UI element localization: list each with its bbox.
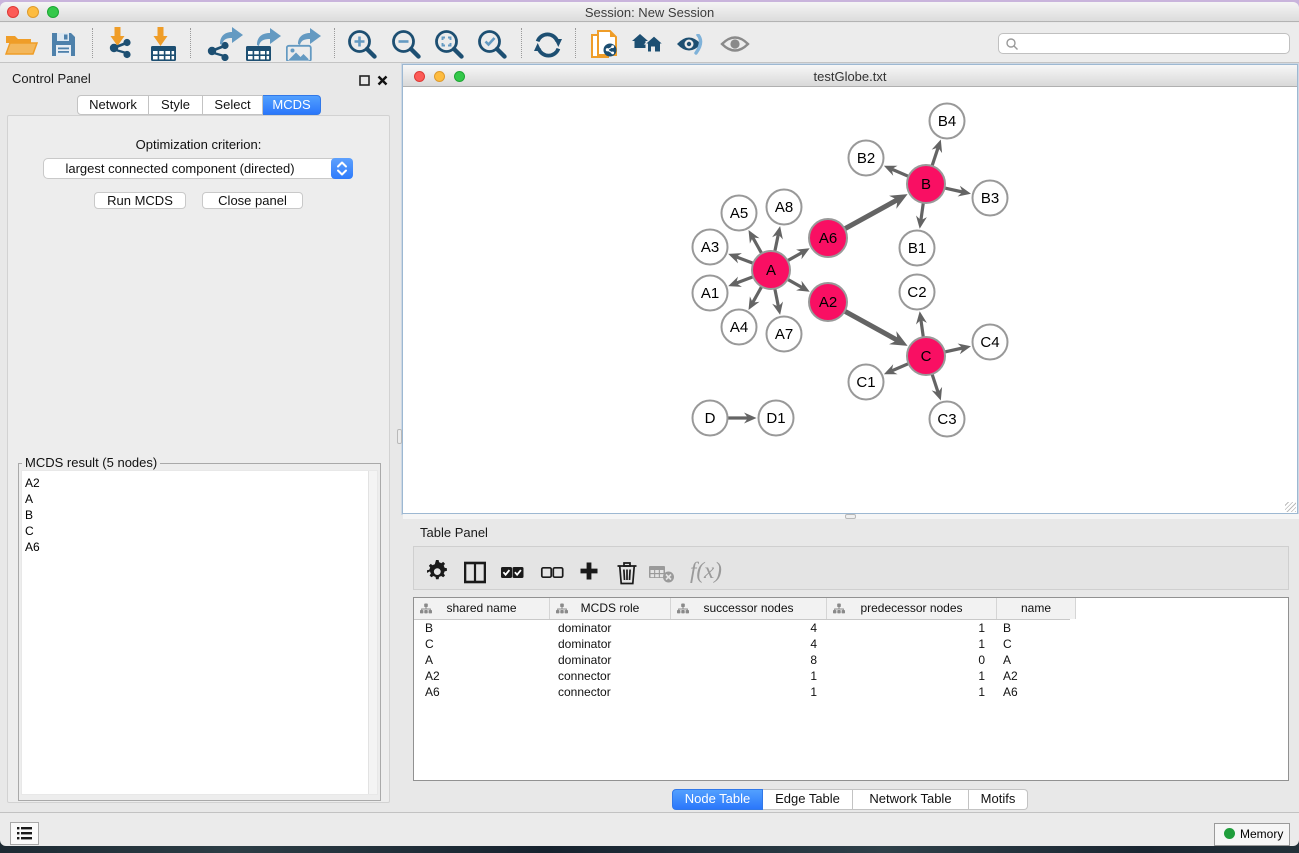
svg-text:C3: C3 <box>937 411 956 428</box>
svg-text:A5: A5 <box>730 205 748 222</box>
svg-text:A1: A1 <box>701 285 719 302</box>
svg-text:A4: A4 <box>730 319 748 336</box>
svg-text:C4: C4 <box>980 334 999 351</box>
svg-text:D: D <box>705 410 716 427</box>
svg-text:A7: A7 <box>775 326 793 343</box>
svg-text:C1: C1 <box>856 374 875 391</box>
svg-text:D1: D1 <box>766 410 785 427</box>
svg-text:B: B <box>921 176 931 193</box>
svg-text:B4: B4 <box>938 113 956 130</box>
svg-text:B1: B1 <box>908 240 926 257</box>
svg-text:A3: A3 <box>701 239 719 256</box>
svg-text:A: A <box>766 262 776 279</box>
svg-text:C2: C2 <box>907 284 926 301</box>
svg-text:C: C <box>921 348 932 365</box>
svg-text:B3: B3 <box>981 190 999 207</box>
svg-text:B2: B2 <box>857 150 875 167</box>
svg-text:A6: A6 <box>819 230 837 247</box>
svg-text:A2: A2 <box>819 294 837 311</box>
svg-text:A8: A8 <box>775 199 793 216</box>
